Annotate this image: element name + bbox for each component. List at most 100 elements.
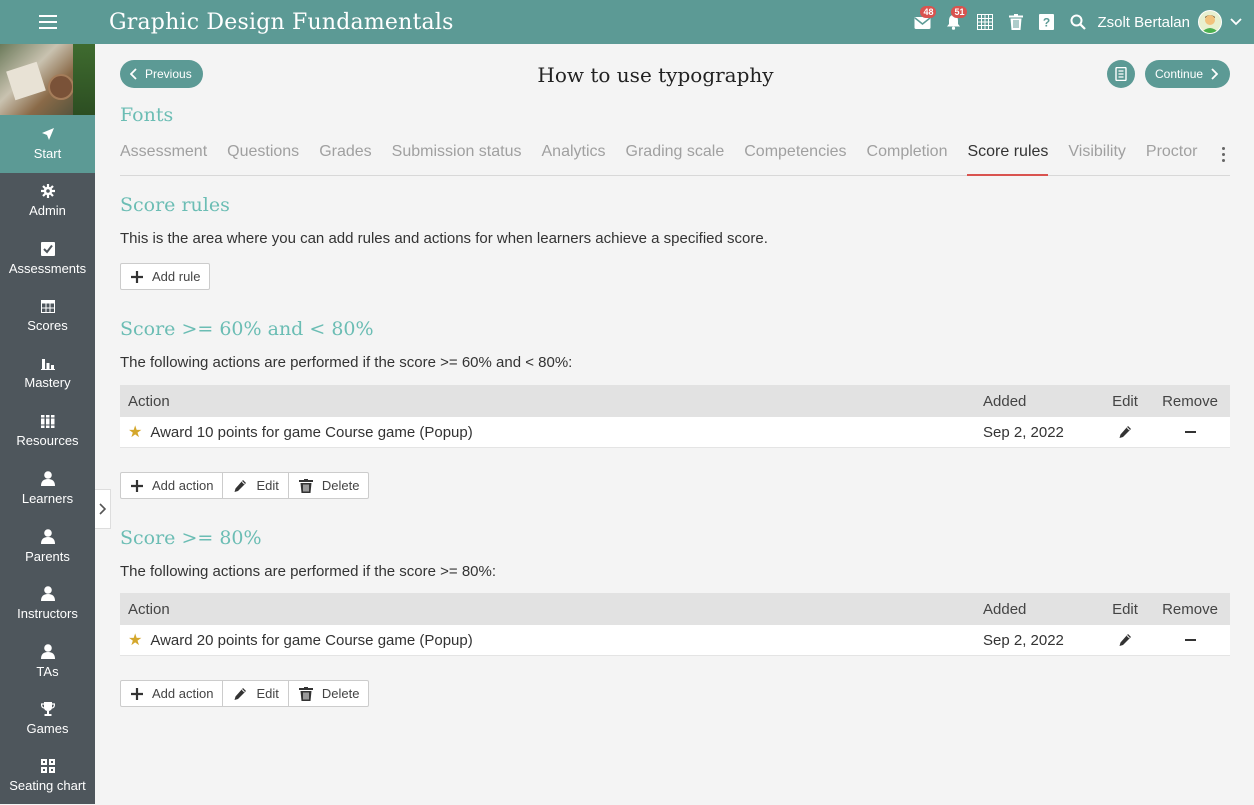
add-action-label: Add action	[152, 686, 213, 701]
action-text: Award 20 points for game Course game (Po…	[150, 632, 472, 649]
edit-label: Edit	[256, 478, 278, 493]
table-header: Action Added Edit Remove	[120, 593, 1230, 625]
tab-analytics[interactable]: Analytics	[542, 140, 606, 176]
tab-completion[interactable]: Completion	[867, 140, 948, 176]
calendar-icon	[977, 14, 993, 30]
sidebar-item-label: Learners	[22, 491, 73, 506]
rule-heading[interactable]: Score >= 60% and < 80%	[120, 318, 374, 340]
sidebar-item-start[interactable]: Start	[0, 115, 95, 173]
grid-icon	[41, 300, 55, 313]
tab-questions[interactable]: Questions	[227, 140, 299, 176]
edit-action-button[interactable]	[1100, 633, 1150, 647]
table-row: ★ Award 10 points for game Course game (…	[120, 417, 1230, 448]
continue-button[interactable]: Continue	[1145, 60, 1230, 88]
rule-description: The following actions are performed if t…	[120, 563, 496, 580]
tab-submission-status[interactable]: Submission status	[392, 140, 522, 176]
sidebar-item-learners[interactable]: Learners	[0, 460, 95, 518]
rule-heading[interactable]: Score >= 80%	[120, 527, 262, 549]
edit-action-button[interactable]	[1100, 425, 1150, 439]
add-rule-button[interactable]: Add rule	[120, 263, 210, 290]
tab-competencies[interactable]: Competencies	[744, 140, 846, 176]
search-icon	[1070, 14, 1086, 30]
sidebar-item-admin[interactable]: Admin	[0, 173, 95, 231]
add-action-label: Add action	[152, 478, 213, 493]
hamburger-icon	[39, 15, 57, 29]
notes-button[interactable]	[1107, 60, 1135, 88]
sidebar-item-resources[interactable]: Resources	[0, 403, 95, 461]
sidebar-item-label: Assessments	[9, 261, 86, 276]
sidebar-item-seating-chart[interactable]: Seating chart	[0, 748, 95, 805]
trophy-icon	[41, 702, 55, 716]
plus-icon	[131, 480, 143, 492]
tab-assessment[interactable]: Assessment	[120, 140, 207, 176]
more-tabs-button[interactable]	[1217, 140, 1230, 175]
trash-icon	[299, 479, 313, 493]
edit-rule-button[interactable]: Edit	[223, 472, 288, 499]
sidebar-item-label: Admin	[29, 203, 66, 218]
star-icon: ★	[128, 422, 142, 442]
menu-button[interactable]	[0, 0, 95, 44]
books-icon	[41, 415, 55, 428]
tab-proctor[interactable]: Proctor	[1146, 140, 1198, 176]
help-icon: ?	[1039, 14, 1054, 30]
main-content: Previous How to use typography Continue …	[95, 44, 1254, 804]
pencil-icon	[233, 687, 247, 701]
sidebar-item-label: TAs	[36, 664, 58, 679]
person-icon	[41, 529, 55, 544]
sidebar-item-games[interactable]: Games	[0, 690, 95, 748]
messages-button[interactable]: 48	[907, 0, 938, 44]
checkbox-icon	[41, 242, 55, 256]
pencil-icon	[233, 479, 247, 493]
pencil-icon	[1118, 633, 1132, 647]
sidebar-item-label: Parents	[25, 549, 70, 564]
sidebar-item-instructors[interactable]: Instructors	[0, 575, 95, 633]
sidebar-item-label: Games	[27, 721, 69, 736]
sidebar-item-label: Seating chart	[9, 778, 86, 793]
tab-visibility[interactable]: Visibility	[1068, 140, 1126, 176]
add-action-button[interactable]: Add action	[121, 680, 223, 707]
rule-description: The following actions are performed if t…	[120, 354, 572, 371]
plus-icon	[131, 271, 143, 283]
delete-label: Delete	[322, 686, 360, 701]
rule-button-group: Add action Edit Delete	[120, 472, 369, 499]
plus-icon	[131, 688, 143, 700]
notifications-badge: 51	[951, 6, 967, 18]
notebook-icon	[1115, 67, 1127, 81]
action-text: Award 10 points for game Course game (Po…	[150, 424, 472, 441]
chevron-down-icon[interactable]	[1230, 18, 1242, 26]
remove-action-button[interactable]	[1150, 431, 1230, 433]
top-bar: Graphic Design Fundamentals 48 51 ? Zsol…	[0, 0, 1254, 44]
search-button[interactable]	[1062, 0, 1093, 44]
sidebar-item-mastery[interactable]: Mastery	[0, 345, 95, 403]
add-rule-label: Add rule	[152, 269, 200, 284]
help-button[interactable]: ?	[1031, 0, 1062, 44]
delete-rule-button[interactable]: Delete	[289, 680, 369, 707]
user-name[interactable]: Zsolt Bertalan	[1097, 14, 1190, 31]
calendar-button[interactable]	[969, 0, 1000, 44]
section-title[interactable]: Fonts	[120, 104, 173, 126]
sidebar-item-assessments[interactable]: Assessments	[0, 230, 95, 288]
tab-score-rules[interactable]: Score rules	[967, 140, 1048, 176]
sidebar-item-label: Instructors	[17, 606, 78, 621]
sidebar-item-scores[interactable]: Scores	[0, 288, 95, 346]
notifications-button[interactable]: 51	[938, 0, 969, 44]
add-action-button[interactable]: Add action	[121, 472, 223, 499]
trash-button[interactable]	[1000, 0, 1031, 44]
sidebar: Start Admin Assessments Scores Mastery R…	[0, 44, 95, 804]
col-edit-header: Edit	[1100, 393, 1150, 410]
sidebar-item-tas[interactable]: TAs	[0, 633, 95, 691]
sidebar-item-parents[interactable]: Parents	[0, 518, 95, 576]
avatar[interactable]	[1198, 10, 1222, 34]
delete-rule-button[interactable]: Delete	[289, 472, 369, 499]
pencil-icon	[1118, 425, 1132, 439]
remove-action-button[interactable]	[1150, 639, 1230, 641]
tab-grades[interactable]: Grades	[319, 140, 371, 176]
paper-plane-icon	[41, 127, 55, 141]
course-image[interactable]	[0, 44, 95, 115]
score-rules-description: This is the area where you can add rules…	[120, 230, 768, 247]
edit-rule-button[interactable]: Edit	[223, 680, 288, 707]
app-title[interactable]: Graphic Design Fundamentals	[109, 10, 454, 35]
trash-icon	[1009, 14, 1023, 30]
tab-grading-scale[interactable]: Grading scale	[626, 140, 725, 176]
added-date: Sep 2, 2022	[975, 632, 1100, 649]
